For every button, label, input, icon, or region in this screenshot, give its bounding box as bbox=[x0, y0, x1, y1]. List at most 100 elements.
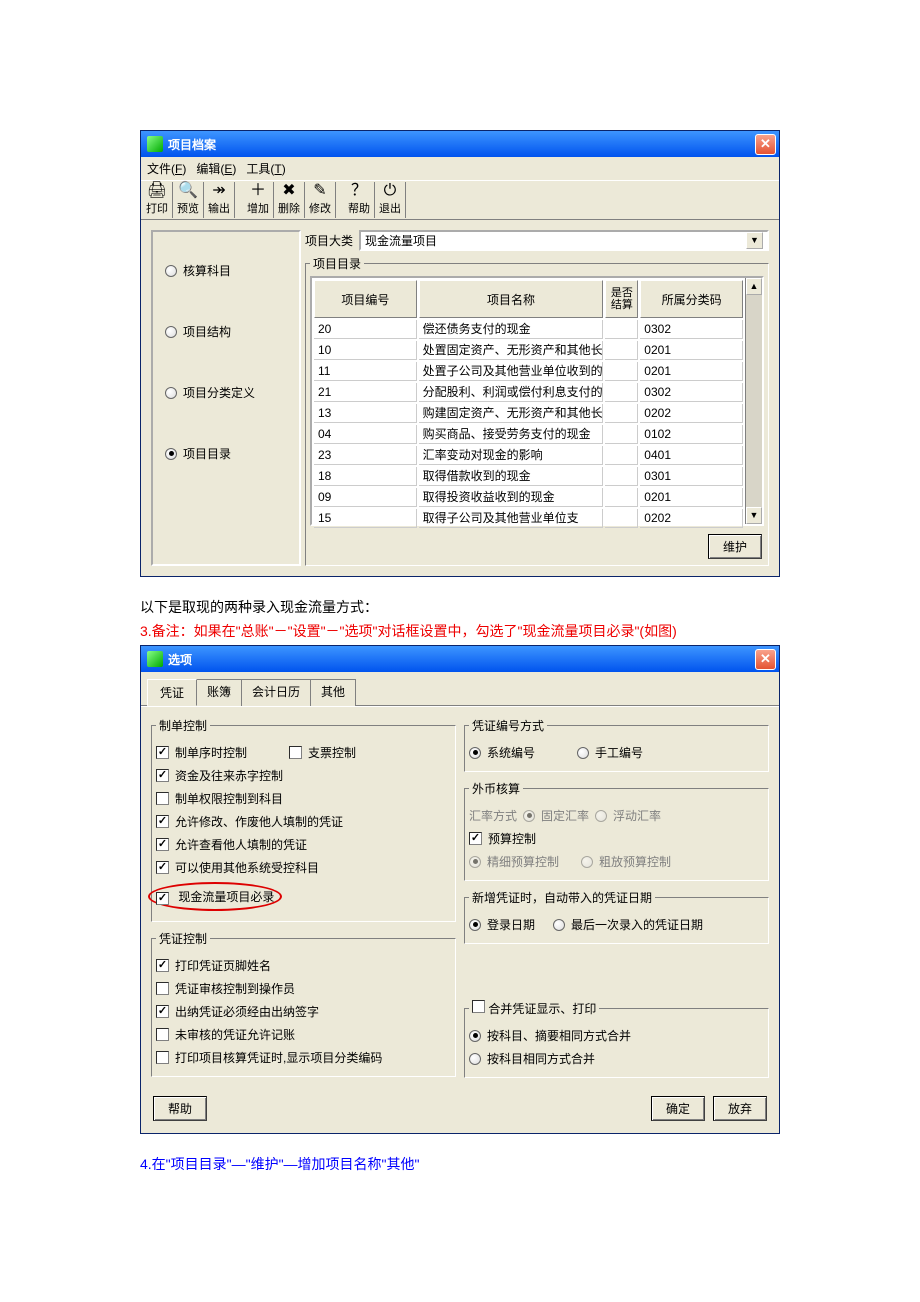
project-archives-window: 项目档案 ✕ 文件(F) 编辑(E) 工具(T) 🖨打印 🔍预览 ↠输出 ＋增加… bbox=[140, 130, 780, 577]
table-row[interactable]: 10处置固定资产、无形资产和其他长期资产收回的现金净额0201 bbox=[314, 341, 743, 360]
group-currency: 外币核算 汇率方式 固定汇率 浮动汇率 预算控制 精细预算控制 粗放预算控制 bbox=[464, 780, 769, 881]
tabs: 凭证 账簿 会计日历 其他 bbox=[141, 672, 779, 706]
chk-audit[interactable] bbox=[156, 982, 169, 995]
radio-fenlei[interactable]: 项目分类定义 bbox=[165, 384, 287, 401]
window-title-options: 选项 bbox=[168, 651, 192, 668]
rad-merge2[interactable] bbox=[469, 1053, 481, 1065]
exit-icon: ⏻ bbox=[379, 182, 401, 200]
note-3: 3.备注：如果在"总账"－"设置"－"选项"对话框设置中，勾选了"现金流量项目必… bbox=[140, 621, 780, 641]
help-button[interactable]: 帮助 bbox=[153, 1096, 207, 1121]
options-window: 选项 ✕ 凭证 账簿 会计日历 其他 制单控制 制单序时控制 支票控制 资金及往… bbox=[140, 645, 780, 1134]
chevron-down-icon[interactable]: ▼ bbox=[746, 232, 763, 249]
chk-seq[interactable] bbox=[156, 746, 169, 759]
col-cat[interactable]: 所属分类码 bbox=[640, 280, 743, 318]
rad-last[interactable] bbox=[553, 919, 565, 931]
close-icon[interactable]: ✕ bbox=[755, 649, 776, 670]
tab-pingzheng[interactable]: 凭证 bbox=[147, 679, 197, 706]
table-row[interactable]: 09取得投资收益收到的现金0201 bbox=[314, 488, 743, 507]
category-combo[interactable]: 现金流量项目 ▼ bbox=[359, 230, 769, 251]
note-4: 4.在"项目目录"—"维护"—增加项目名称"其他" bbox=[140, 1154, 780, 1174]
tb-output[interactable]: ↠输出 bbox=[204, 182, 235, 218]
table-row[interactable]: 04购买商品、接受劳务支付的现金0102 bbox=[314, 425, 743, 444]
highlight-ellipse: 现金流量项目必录 bbox=[148, 882, 282, 911]
table-row[interactable]: 13购建固定资产、无形资产和其他长期资产支付的现金0202 bbox=[314, 404, 743, 423]
rad-floatrate bbox=[595, 810, 607, 822]
table-row[interactable]: 18取得借款收到的现金0301 bbox=[314, 467, 743, 486]
radio-jiegou[interactable]: 项目结构 bbox=[165, 323, 287, 340]
titlebar[interactable]: 项目档案 ✕ bbox=[141, 131, 779, 157]
scroll-down-icon[interactable]: ▼ bbox=[746, 507, 762, 524]
chk-othersys[interactable] bbox=[156, 861, 169, 874]
radio-hesuan[interactable]: 核算科目 bbox=[165, 262, 287, 279]
tb-help[interactable]: ？帮助 bbox=[344, 182, 375, 218]
tab-calendar[interactable]: 会计日历 bbox=[241, 679, 311, 706]
group-pzkz: 凭证控制 打印凭证页脚姓名 凭证审核控制到操作员 出纳凭证必须经由出纳签字 未审… bbox=[151, 930, 456, 1077]
left-pane: 核算科目 项目结构 项目分类定义 项目目录 bbox=[151, 230, 301, 566]
window-title: 项目档案 bbox=[168, 136, 216, 153]
delete-icon: ✖ bbox=[278, 182, 300, 200]
directory-table[interactable]: 项目编号 项目名称 是否结算 所属分类码 20偿还债务支付的现金0302 10处置… bbox=[312, 278, 745, 530]
tb-add[interactable]: ＋增加 bbox=[243, 182, 274, 218]
chk-fund[interactable] bbox=[156, 769, 169, 782]
label-category: 项目大类 bbox=[305, 232, 353, 249]
table-row[interactable]: 11处置子公司及其他营业单位收到的现金净额0201 bbox=[314, 362, 743, 381]
col-code[interactable]: 项目编号 bbox=[314, 280, 417, 318]
rad-loose bbox=[581, 856, 593, 868]
chk-cheque[interactable] bbox=[289, 746, 302, 759]
scrollbar[interactable]: ▲ ▼ bbox=[745, 278, 762, 524]
chk-view[interactable] bbox=[156, 838, 169, 851]
tab-other[interactable]: 其他 bbox=[310, 679, 356, 706]
group-numbering: 凭证编号方式 系统编号 手工编号 bbox=[464, 717, 769, 772]
chk-budget[interactable] bbox=[469, 832, 482, 845]
table-row[interactable]: 21分配股利、利润或偿付利息支付的现金0302 bbox=[314, 383, 743, 402]
menu-edit[interactable]: 编辑(E) bbox=[196, 160, 236, 177]
chk-cashier[interactable] bbox=[156, 1005, 169, 1018]
chk-modify[interactable] bbox=[156, 815, 169, 828]
tb-print[interactable]: 🖨打印 bbox=[142, 182, 173, 218]
menu-file[interactable]: 文件(F) bbox=[147, 160, 186, 177]
chk-priv[interactable] bbox=[156, 792, 169, 805]
titlebar-options[interactable]: 选项 ✕ bbox=[141, 646, 779, 672]
chk-unaudit[interactable] bbox=[156, 1028, 169, 1041]
table-row[interactable]: 15取得子公司及其他营业单位支0202 bbox=[314, 509, 743, 528]
rad-mannum[interactable] bbox=[577, 747, 589, 759]
help-icon: ？ bbox=[348, 182, 370, 200]
scroll-up-icon[interactable]: ▲ bbox=[746, 278, 762, 295]
col-name[interactable]: 项目名称 bbox=[419, 280, 604, 318]
tb-delete[interactable]: ✖删除 bbox=[274, 182, 305, 218]
app-icon bbox=[147, 136, 163, 152]
rad-login[interactable] bbox=[469, 919, 481, 931]
chk-cashmust[interactable] bbox=[156, 892, 169, 905]
options-icon bbox=[147, 651, 163, 667]
table-row[interactable]: 23汇率变动对现金的影响0401 bbox=[314, 446, 743, 465]
text-between: 以下是取现的两种录入现金流量方式： bbox=[140, 597, 780, 617]
radio-mulu[interactable]: 项目目录 bbox=[165, 445, 287, 462]
output-icon: ↠ bbox=[208, 182, 230, 200]
tb-modify[interactable]: ✎修改 bbox=[305, 182, 336, 218]
group-zhidan: 制单控制 制单序时控制 支票控制 资金及往来赤字控制 制单权限控制到科目 允许修… bbox=[151, 717, 456, 922]
table-row[interactable]: 20偿还债务支付的现金0302 bbox=[314, 320, 743, 339]
rad-sysnum[interactable] bbox=[469, 747, 481, 759]
chk-footer[interactable] bbox=[156, 959, 169, 972]
chk-merge-enable[interactable] bbox=[472, 1000, 485, 1013]
rad-fine bbox=[469, 856, 481, 868]
tb-exit[interactable]: ⏻退出 bbox=[375, 182, 406, 218]
tb-preview[interactable]: 🔍预览 bbox=[173, 182, 204, 218]
rad-fixedrate bbox=[523, 810, 535, 822]
menubar: 文件(F) 编辑(E) 工具(T) bbox=[141, 157, 779, 180]
cancel-button[interactable]: 放弃 bbox=[713, 1096, 767, 1121]
modify-icon: ✎ bbox=[309, 182, 331, 200]
toolbar: 🖨打印 🔍预览 ↠输出 ＋增加 ✖删除 ✎修改 ？帮助 ⏻退出 bbox=[141, 180, 779, 220]
chk-printcat[interactable] bbox=[156, 1051, 169, 1064]
ok-button[interactable]: 确定 bbox=[651, 1096, 705, 1121]
menu-tool[interactable]: 工具(T) bbox=[246, 160, 285, 177]
col-jiesuan[interactable]: 是否结算 bbox=[605, 280, 638, 318]
maintain-button[interactable]: 维护 bbox=[708, 534, 762, 559]
group-merge: 合并凭证显示、打印 按科目、摘要相同方式合并 按科目相同方式合并 bbox=[464, 1000, 769, 1078]
print-icon: 🖨 bbox=[146, 182, 168, 200]
add-icon: ＋ bbox=[247, 182, 269, 200]
close-icon[interactable]: ✕ bbox=[755, 134, 776, 155]
group-directory: 项目目录 项目编号 项目名称 是否结算 所属分类码 20偿还债务支付的现金030… bbox=[305, 255, 769, 566]
tab-zhangbu[interactable]: 账簿 bbox=[196, 679, 242, 706]
rad-merge1[interactable] bbox=[469, 1030, 481, 1042]
